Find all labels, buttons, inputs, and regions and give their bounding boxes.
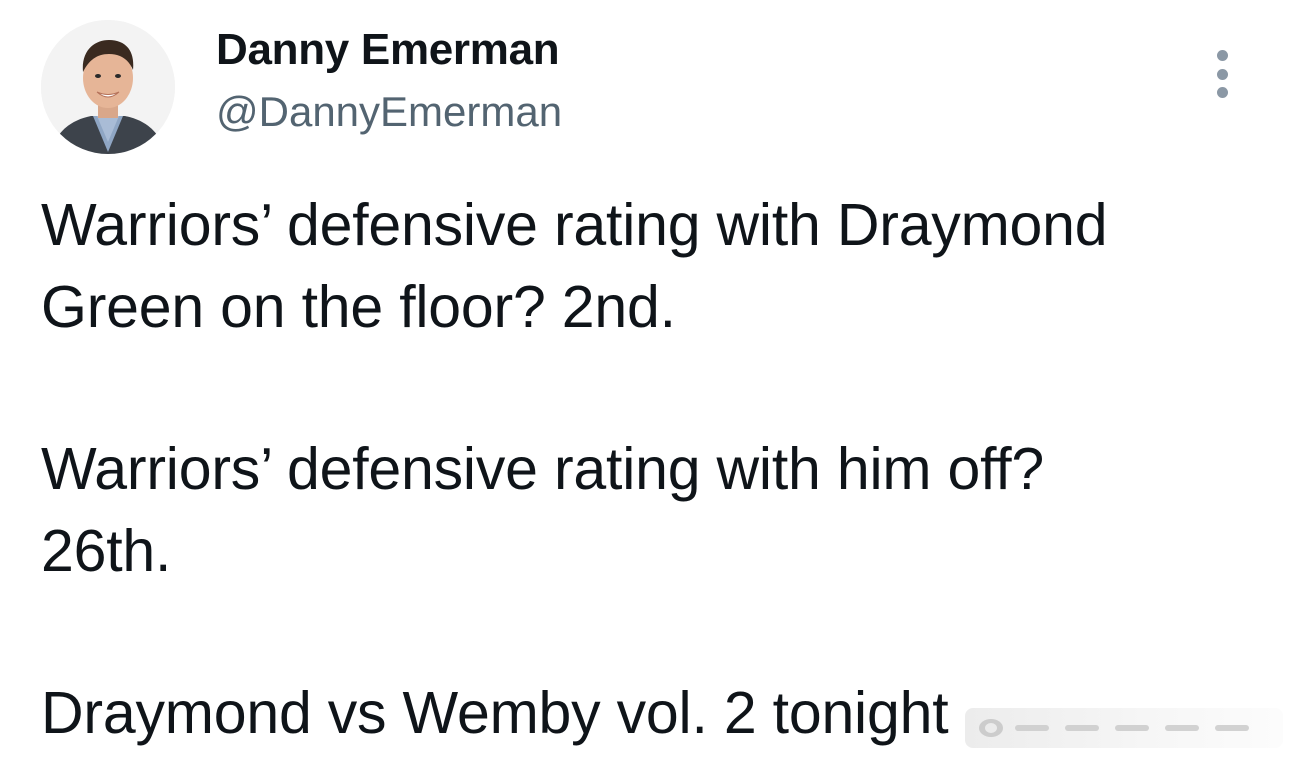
- author-display-name[interactable]: Danny Emerman: [216, 24, 560, 76]
- more-vertical-icon-dot: [1216, 87, 1228, 98]
- tweet-text: Warriors’ defensive rating with Draymond…: [41, 184, 1261, 754]
- tweet-paragraph-2: Warriors’ defensive rating with him off?…: [41, 428, 1261, 592]
- watermark-text: [1015, 725, 1249, 731]
- more-vertical-icon-dot: [1216, 68, 1228, 80]
- profile-photo: [41, 20, 175, 154]
- avatar[interactable]: [41, 20, 175, 154]
- tweet-line: Warriors’ defensive rating with him off?: [41, 436, 1045, 502]
- author-handle[interactable]: @DannyEmerman: [216, 86, 562, 138]
- more-options-button[interactable]: [1202, 44, 1242, 104]
- tweet-paragraph-1: Warriors’ defensive rating with Draymond…: [41, 184, 1261, 348]
- more-vertical-icon: [1216, 50, 1228, 61]
- tweet-line: Green on the floor? 2nd.: [41, 274, 676, 340]
- watermark: [965, 708, 1283, 748]
- tweet-line: 26th.: [41, 518, 172, 584]
- tweet-card: Danny Emerman @DannyEmerman Warriors’ de…: [0, 0, 1290, 763]
- tweet-line: Warriors’ defensive rating with Draymond: [41, 192, 1108, 258]
- watermark-logo-icon: [979, 719, 1003, 737]
